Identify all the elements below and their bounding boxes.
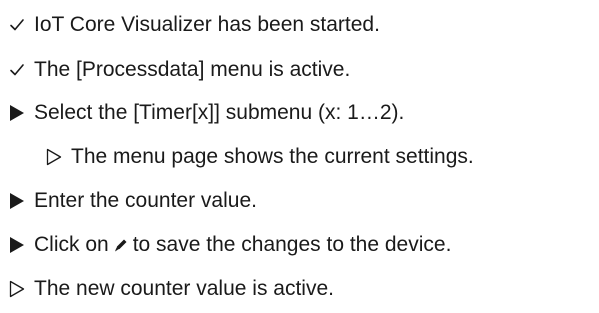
step-action-select-submenu: Select the [Timer[x]] submenu (x: 1…2). — [0, 98, 404, 128]
filled-triangle-icon — [0, 98, 34, 128]
step-text: The new counter value is active. — [34, 277, 334, 300]
step-result-new-value-active: The new counter value is active. — [0, 274, 334, 304]
outline-triangle-icon — [37, 142, 71, 172]
step-text: Select the [Timer[x]] submenu (x: 1…2). — [34, 101, 405, 124]
step-text: IoT Core Visualizer has been started. — [34, 13, 380, 36]
step-action-enter-value: Enter the counter value. — [0, 186, 257, 216]
step-text: The menu page shows the current settings… — [71, 145, 474, 168]
step-precondition-menu-active: The [Processdata] menu is active. — [0, 55, 350, 85]
outline-triangle-icon — [0, 274, 34, 304]
check-icon — [0, 55, 34, 85]
instruction-steps: IoT Core Visualizer has been started. Th… — [0, 0, 599, 313]
check-icon — [0, 10, 34, 40]
step-result-current-settings: The menu page shows the current settings… — [37, 142, 474, 172]
step-precondition-visualizer-started: IoT Core Visualizer has been started. — [0, 10, 380, 40]
step-action-save-changes: Click on to save the changes to the devi… — [0, 230, 451, 260]
step-text: Enter the counter value. — [34, 189, 257, 212]
pencil-icon — [113, 237, 129, 253]
filled-triangle-icon — [0, 230, 34, 260]
step-text: The [Processdata] menu is active. — [34, 58, 351, 81]
filled-triangle-icon — [0, 186, 34, 216]
step-text-before: Click on — [34, 233, 109, 256]
step-text-after: to save the changes to the device. — [132, 233, 452, 256]
